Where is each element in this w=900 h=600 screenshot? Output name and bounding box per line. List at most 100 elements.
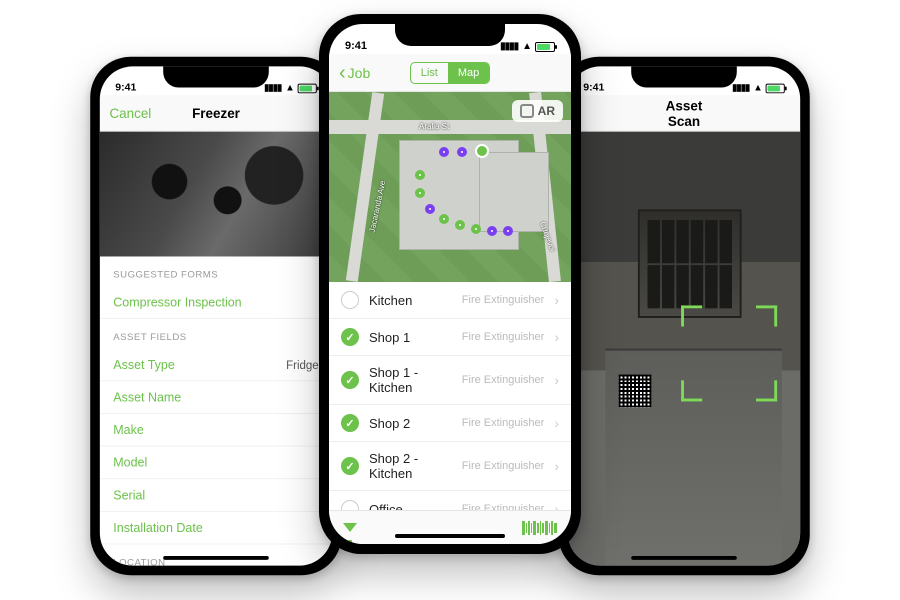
wifi-icon: ▲ <box>285 83 294 94</box>
asset-name: Shop 2 - Kitchen <box>369 451 452 481</box>
asset-field-row[interactable]: Serial <box>100 479 332 512</box>
home-indicator <box>163 556 269 560</box>
status-check-icon <box>341 328 359 346</box>
status-check-icon <box>341 500 359 510</box>
battery-icon <box>766 83 785 93</box>
asset-pin[interactable] <box>425 204 435 214</box>
asset-pin[interactable] <box>439 214 449 224</box>
notch <box>395 24 505 46</box>
asset-list[interactable]: KitchenFire Extinguisher›Shop 1Fire Exti… <box>329 282 571 510</box>
asset-type: Fire Extinguisher <box>462 331 545 343</box>
asset-type: Fire Extinguisher <box>462 374 545 386</box>
page-title: Asset Scan <box>648 98 719 129</box>
nav-bar: Asset Scan <box>568 95 800 131</box>
camera-viewport[interactable] <box>568 132 800 566</box>
field-label: Asset Name <box>113 390 181 404</box>
asset-field-row[interactable]: Make <box>100 414 332 447</box>
asset-pin[interactable] <box>439 147 449 157</box>
status-check-icon <box>341 371 359 389</box>
field-label: Asset Type <box>113 357 175 371</box>
status-time: 9:41 <box>583 82 604 94</box>
chevron-right-icon: › <box>554 415 559 431</box>
suggested-form-row[interactable]: Compressor Inspection <box>100 286 332 319</box>
status-check-icon <box>341 291 359 309</box>
signal-icon: ▮▮▮▮ <box>500 41 518 52</box>
asset-name: Office <box>369 502 452 511</box>
asset-type: Fire Extinguisher <box>462 417 545 429</box>
asset-photo[interactable] <box>100 132 332 257</box>
electrical-panel <box>638 210 743 318</box>
asset-form: SUGGESTED FORMS Compressor Inspection AS… <box>100 256 332 565</box>
qr-code <box>619 375 652 408</box>
site-map[interactable]: Aralia St Jacaranda Ave Cunjevoi AR <box>329 92 571 282</box>
asset-pin[interactable] <box>503 226 513 236</box>
asset-pin[interactable] <box>415 188 425 198</box>
field-label: Installation Date <box>113 520 203 534</box>
scan-reticle <box>681 305 777 401</box>
asset-name: Shop 2 <box>369 416 452 431</box>
asset-row[interactable]: Shop 2 Fire Extinguisher › <box>329 405 571 442</box>
asset-pin[interactable] <box>415 170 425 180</box>
battery-icon <box>535 42 555 52</box>
nav-bar: Cancel Freezer <box>100 95 332 131</box>
filter-icon[interactable] <box>343 523 357 532</box>
phone-job-map: 9:41 ▮▮▮▮ ▲ ‹ Job List Map <box>319 14 581 554</box>
field-label: Make <box>113 423 144 437</box>
asset-field-row[interactable]: Model <box>100 447 332 480</box>
chevron-right-icon: › <box>554 458 559 474</box>
notch <box>631 66 737 87</box>
asset-row[interactable]: Shop 1 - Kitchen Fire Extinguisher › <box>329 356 571 405</box>
barcode-icon[interactable] <box>522 521 557 535</box>
asset-field-row[interactable]: Installation Date <box>100 512 332 545</box>
status-time: 9:41 <box>115 82 136 94</box>
back-button[interactable]: ‹ Job <box>339 63 410 83</box>
status-time: 9:41 <box>345 40 367 52</box>
asset-field-row[interactable]: Asset Name <box>100 381 332 414</box>
street-label: Aralia St <box>419 122 449 131</box>
battery-icon <box>298 83 317 93</box>
ar-button[interactable]: AR <box>512 100 563 122</box>
asset-row[interactable]: Office Fire Extinguisher › <box>329 491 571 510</box>
toolbar <box>329 510 571 544</box>
page-title: Freezer <box>180 105 251 120</box>
chevron-right-icon: › <box>554 372 559 388</box>
asset-name: Shop 1 - Kitchen <box>369 365 452 395</box>
nav-bar: ‹ Job List Map <box>329 54 571 92</box>
ar-icon <box>520 104 534 118</box>
wifi-icon: ▲ <box>522 41 531 52</box>
asset-type: Fire Extinguisher <box>462 503 545 510</box>
field-label: Model <box>113 455 147 469</box>
field-label: Serial <box>113 488 145 502</box>
asset-pin[interactable] <box>471 224 481 234</box>
home-indicator <box>395 534 505 538</box>
asset-type: Fire Extinguisher <box>462 460 545 472</box>
asset-pin[interactable] <box>457 147 467 157</box>
asset-pin[interactable] <box>487 226 497 236</box>
wifi-icon: ▲ <box>753 83 762 94</box>
chevron-right-icon: › <box>554 292 559 308</box>
asset-row[interactable]: Shop 1Fire Extinguisher› <box>329 319 571 356</box>
segment-map[interactable]: Map <box>448 63 489 83</box>
phone-asset-form: 9:41 ▮▮▮▮ ▲ Cancel Freezer SUGGESTED FOR… <box>90 57 342 575</box>
notch <box>163 66 269 87</box>
suggested-form-label: Compressor Inspection <box>113 295 241 309</box>
chevron-right-icon: › <box>554 329 559 345</box>
chevron-left-icon: ‹ <box>339 63 346 83</box>
current-location-pin[interactable] <box>475 144 489 158</box>
section-header-suggested: SUGGESTED FORMS <box>100 256 332 286</box>
asset-field-row[interactable]: Asset Type Fridge <box>100 349 332 382</box>
asset-row[interactable]: Shop 2 - Kitchen Fire Extinguisher › <box>329 442 571 491</box>
phone-asset-scan: 9:41 ▮▮▮▮ ▲ Asset Scan <box>558 57 810 575</box>
status-check-icon <box>341 414 359 432</box>
back-label: Job <box>348 65 371 81</box>
cancel-button[interactable]: Cancel <box>109 105 151 120</box>
asset-pin[interactable] <box>455 220 465 230</box>
home-indicator <box>631 556 737 560</box>
chevron-right-icon: › <box>554 501 559 510</box>
status-check-icon <box>341 457 359 475</box>
segment-list[interactable]: List <box>411 63 448 83</box>
view-segment: List Map <box>410 62 491 84</box>
field-value: Fridge <box>286 358 319 371</box>
asset-row[interactable]: KitchenFire Extinguisher› <box>329 282 571 319</box>
section-header-fields: ASSET FIELDS <box>100 319 332 349</box>
